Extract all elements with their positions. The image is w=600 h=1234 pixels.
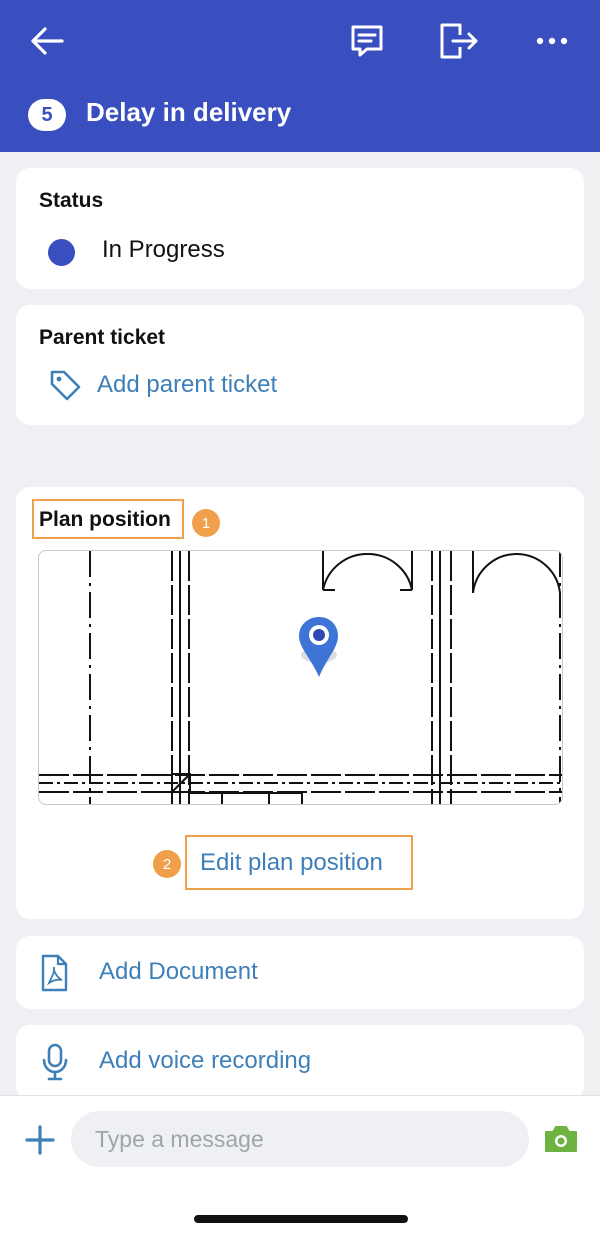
- parent-ticket-label: Parent ticket: [39, 326, 166, 349]
- status-value: In Progress: [102, 236, 225, 263]
- add-document-link[interactable]: Add Document: [99, 958, 258, 986]
- floor-plan-drawing: [39, 551, 562, 804]
- add-parent-ticket-link[interactable]: Add parent ticket: [97, 371, 277, 399]
- export-icon[interactable]: [436, 20, 480, 62]
- parent-ticket-card: Parent ticket Add parent ticket: [16, 305, 584, 425]
- add-voice-card[interactable]: Add voice recording: [16, 1025, 584, 1100]
- plus-icon[interactable]: [24, 1124, 56, 1156]
- plan-preview[interactable]: [38, 550, 563, 805]
- plan-position-label: Plan position: [39, 508, 171, 531]
- home-indicator: [194, 1215, 408, 1223]
- callout-badge-2: 2: [153, 850, 181, 878]
- ticket-title: Delay in delivery: [86, 97, 292, 127]
- edit-plan-position-button[interactable]: Edit plan position: [200, 849, 383, 877]
- add-document-card[interactable]: Add Document: [16, 936, 584, 1009]
- app-header: 5 Delay in delivery: [0, 0, 600, 152]
- microphone-icon: [41, 1043, 69, 1081]
- pdf-document-icon: [40, 954, 68, 992]
- camera-icon[interactable]: [543, 1124, 579, 1154]
- more-options-icon[interactable]: [530, 26, 574, 56]
- status-label: Status: [39, 189, 104, 212]
- add-voice-recording-link[interactable]: Add voice recording: [99, 1047, 311, 1075]
- ticket-number-badge: 5: [28, 99, 66, 131]
- callout-badge-1: 1: [192, 509, 220, 537]
- message-input[interactable]: [71, 1111, 529, 1167]
- message-composer: [0, 1095, 600, 1234]
- back-arrow-icon[interactable]: [26, 22, 68, 60]
- plan-position-card: Plan position 1 2 Edit plan position: [16, 487, 584, 919]
- status-indicator-dot: [48, 239, 75, 266]
- comment-icon[interactable]: [346, 20, 388, 62]
- tag-icon: [48, 368, 82, 402]
- status-card[interactable]: Status In Progress: [16, 168, 584, 289]
